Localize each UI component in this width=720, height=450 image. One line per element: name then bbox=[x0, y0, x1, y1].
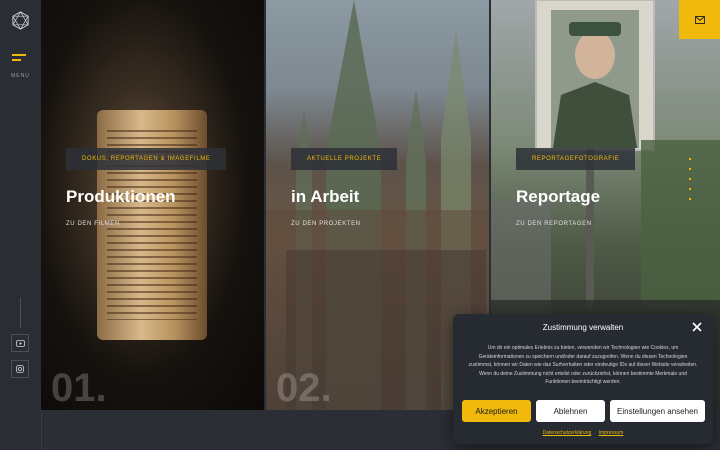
panel-link[interactable]: ZU DEN REPORTAGEN bbox=[516, 221, 592, 227]
consent-links: Datenschutzerklärung Impressum bbox=[453, 430, 713, 436]
sidebar: MENU bbox=[0, 0, 42, 450]
panel-tag: DOKUS, REPORTAGEN & IMAGEFILME bbox=[66, 148, 227, 170]
close-icon[interactable] bbox=[691, 321, 703, 333]
panel-number: 01. bbox=[51, 366, 107, 410]
youtube-button[interactable] bbox=[11, 334, 29, 352]
instagram-icon bbox=[16, 365, 24, 373]
hamburger-icon bbox=[12, 54, 26, 56]
panel-tag: AKTUELLE PROJEKTE bbox=[291, 148, 398, 170]
deny-button[interactable]: Ablehnen bbox=[536, 400, 605, 422]
panel-title[interactable]: Reportage bbox=[516, 187, 600, 207]
panel-link[interactable]: ZU DEN PROJEKTEN bbox=[291, 221, 361, 227]
panel-title[interactable]: in Arbeit bbox=[291, 187, 359, 207]
privacy-link[interactable]: Datenschutzerklärung bbox=[543, 430, 592, 436]
panel-title[interactable]: Produktionen bbox=[66, 187, 176, 207]
divider bbox=[20, 298, 21, 328]
menu-label: MENU bbox=[11, 73, 30, 79]
consent-title: Zustimmung verwalten bbox=[542, 323, 624, 332]
mail-icon bbox=[694, 15, 705, 24]
panel-tag: REPORTAGEFOTOGRAFIE bbox=[516, 148, 636, 170]
settings-button[interactable]: Einstellungen ansehen bbox=[610, 400, 705, 422]
youtube-icon bbox=[15, 339, 25, 347]
slide-dots[interactable] bbox=[689, 158, 692, 208]
panel-produktionen[interactable]: DOKUS, REPORTAGEN & IMAGEFILME Produktio… bbox=[41, 0, 264, 410]
accept-button[interactable]: Akzeptieren bbox=[462, 400, 531, 422]
geometric-logo-icon[interactable] bbox=[11, 11, 30, 30]
panel-link[interactable]: ZU DEN FILMEN bbox=[66, 221, 120, 227]
imprint-link[interactable]: Impressum bbox=[599, 430, 624, 436]
consent-text: Um dir ein optimales Erlebnis zu bieten,… bbox=[468, 345, 698, 386]
cookie-consent-dialog: Zustimmung verwalten Um dir ein optimale… bbox=[453, 314, 713, 444]
panel-number: 02. bbox=[276, 366, 332, 410]
contact-button[interactable] bbox=[679, 0, 720, 39]
instagram-button[interactable] bbox=[11, 360, 29, 378]
